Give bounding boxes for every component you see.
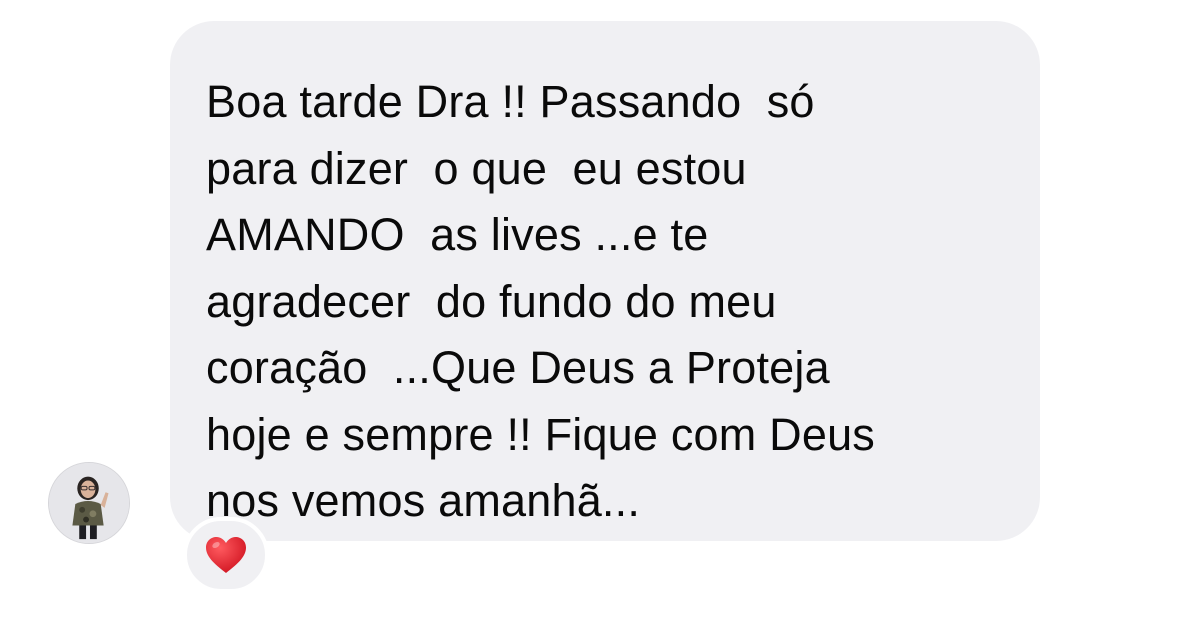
message-line: AMANDO as lives ...e te bbox=[206, 209, 709, 260]
message-line: hoje e sempre !! Fique com Deus bbox=[206, 408, 876, 460]
message-line: nos vemos amanhã... bbox=[206, 475, 641, 526]
message-line: coração ...Que Deus a Proteja bbox=[206, 342, 830, 393]
message-line: para dizer o que eu estou bbox=[206, 142, 747, 194]
profile-photo-icon bbox=[49, 463, 129, 543]
message-line: Boa tarde Dra !! Passando só bbox=[206, 76, 815, 127]
red-heart-icon bbox=[206, 537, 246, 573]
sender-avatar[interactable] bbox=[48, 462, 130, 544]
message-bubble[interactable]: Boa tarde Dra !! Passando só para dizer … bbox=[170, 21, 1040, 541]
reaction-badge[interactable] bbox=[183, 517, 269, 593]
message-line: agradecer do fundo do meu bbox=[206, 275, 777, 327]
message-text: Boa tarde Dra !! Passando só para dizer … bbox=[206, 69, 1000, 535]
